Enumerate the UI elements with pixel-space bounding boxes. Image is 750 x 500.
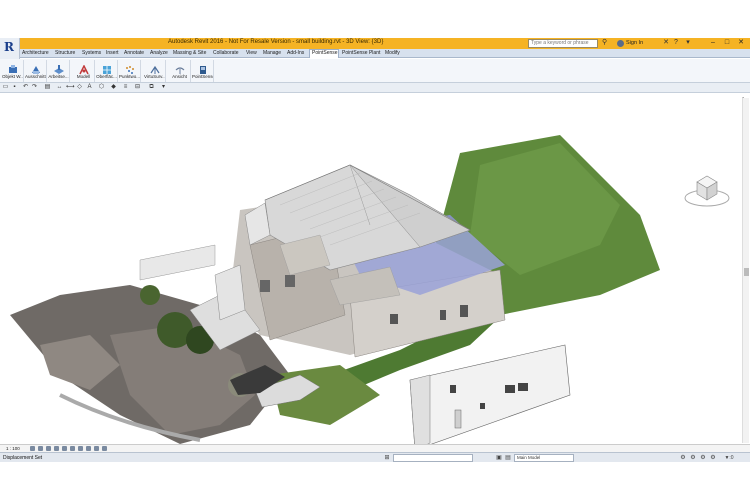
tab-insert[interactable]: Insert	[106, 49, 119, 58]
quick-access-toolbar: ▭ ▪ ↶ ↷ ▤ ↔ ⟷ ◇ A ⬡ ◆ ≡ ⊟ ⧉ ▾	[0, 83, 750, 93]
reveal-hidden-icon[interactable]	[102, 446, 107, 451]
tag-icon[interactable]: ◇	[76, 84, 83, 91]
design-options-icon[interactable]: ▤	[505, 455, 511, 461]
ribbon-tabs: Architecture Structure Systems Insert An…	[20, 49, 750, 58]
exchange-icon[interactable]: ✕	[662, 39, 670, 47]
save-icon[interactable]: ▪	[11, 84, 18, 91]
measure-icon[interactable]: ↔	[56, 84, 63, 91]
tab-collaborate[interactable]: Collaborate	[213, 49, 239, 58]
tab-pointsense-plant[interactable]: PointSense Plant	[342, 49, 380, 58]
view-control-bar: 1 : 100	[0, 444, 750, 452]
exterior-wall-elevation	[409, 344, 571, 451]
minimize-button[interactable]: –	[706, 38, 720, 48]
print-icon[interactable]: ▤	[44, 84, 51, 91]
show-crop-icon[interactable]	[78, 446, 83, 451]
rendering-icon[interactable]	[62, 446, 67, 451]
editable-only-icon[interactable]: ▣	[496, 455, 502, 461]
filter-icon[interactable]: ▼:0	[722, 455, 736, 461]
section-icon	[31, 62, 41, 74]
sun-path-icon[interactable]	[46, 446, 51, 451]
revit-app-menu-button[interactable]: R	[0, 38, 20, 59]
customize-icon[interactable]: ▾	[160, 84, 167, 91]
section-view-icon[interactable]: ◆	[110, 84, 117, 91]
tab-add-ins[interactable]: Add-Ins	[287, 49, 304, 58]
detail-level-icon[interactable]	[30, 446, 35, 451]
binoculars-icon[interactable]: ⚲	[602, 39, 610, 47]
tab-manage[interactable]: Manage	[263, 49, 281, 58]
tab-massing-site[interactable]: Massing & Site	[173, 49, 206, 58]
status-bar: Displacement Set ⊞ ▣ ▤ Main Model ⚙ ⚙ ⚙ …	[0, 452, 750, 462]
select-by-face-icon[interactable]: ⚙	[710, 455, 716, 461]
dimension-icon[interactable]: ⟷	[66, 84, 75, 91]
filter-count: :0	[729, 455, 734, 461]
tab-systems[interactable]: Systems	[82, 49, 101, 58]
3d-view-icon[interactable]: ⬡	[98, 84, 105, 91]
objekt-button[interactable]: Objekt W...	[2, 60, 24, 82]
tab-modify[interactable]: Modify	[385, 49, 400, 58]
maximize-button[interactable]: □	[720, 38, 734, 48]
object-icon	[8, 62, 18, 73]
text-icon[interactable]: A	[86, 84, 93, 91]
virtusurv-button[interactable]: VirtuSurv...	[144, 60, 166, 82]
oberflaeche-button[interactable]: Oberfläc...	[96, 60, 118, 82]
arbeitsebene-button[interactable]: Arbeitse...	[48, 60, 70, 82]
select-underlay-icon[interactable]: ⚙	[690, 455, 696, 461]
pointsense-button[interactable]: PointSense	[192, 60, 214, 82]
select-pinned-icon[interactable]: ⚙	[700, 455, 706, 461]
window-title: Autodesk Revit 2016 - Not For Resale Ver…	[168, 39, 384, 45]
tab-annotate[interactable]: Annotate	[124, 49, 144, 58]
tab-architecture[interactable]: Architecture	[22, 49, 49, 58]
help-icon[interactable]: ?	[672, 39, 680, 47]
worksets-icon[interactable]: ⊞	[384, 455, 390, 461]
visual-style-icon[interactable]	[38, 446, 43, 451]
design-option-dropdown[interactable]: Main Model	[514, 454, 574, 462]
modell-button[interactable]: Modell	[73, 60, 95, 82]
tab-view[interactable]: View	[246, 49, 257, 58]
scroll-thumb[interactable]	[744, 268, 749, 276]
3d-model-render	[10, 135, 660, 451]
3d-view-canvas[interactable]	[0, 95, 740, 451]
dropdown-arrow-icon[interactable]: ▾	[684, 39, 692, 47]
punktwolke-button[interactable]: Punktwo...	[119, 60, 141, 82]
workset-dropdown[interactable]	[393, 454, 473, 462]
revit-window: Autodesk Revit 2016 - Not For Resale Ver…	[0, 38, 750, 462]
surface-icon	[102, 62, 112, 74]
select-links-icon[interactable]: ⚙	[680, 455, 686, 461]
ribbon-panel: Objekt W... Ausschnitte Arbeitse... Mode…	[0, 59, 750, 83]
hide-isolate-icon[interactable]	[94, 446, 99, 451]
model-icon	[79, 62, 89, 75]
ansicht-button[interactable]: Ansicht	[169, 60, 191, 82]
title-bar: Autodesk Revit 2016 - Not For Resale Ver…	[0, 38, 750, 49]
undo-icon[interactable]: ↶	[22, 84, 29, 91]
shadows-icon[interactable]	[54, 446, 59, 451]
workplane-icon	[54, 62, 64, 74]
close-windows-icon[interactable]: ⊟	[134, 84, 141, 91]
tab-analyze[interactable]: Analyze	[150, 49, 168, 58]
redo-icon[interactable]: ↷	[31, 84, 38, 91]
view-icon	[175, 62, 185, 74]
lock-view-icon[interactable]	[86, 446, 91, 451]
search-input[interactable]: Type a keyword or phrase	[528, 39, 598, 48]
ausschnitte-button[interactable]: Ausschnitte	[25, 60, 47, 82]
open-icon[interactable]: ▭	[2, 84, 9, 91]
viewcube-icon[interactable]	[682, 170, 732, 210]
sign-in-link[interactable]: Sign In	[626, 39, 643, 48]
switch-windows-icon[interactable]: ⧉	[148, 84, 155, 91]
tab-pointsense[interactable]: PointSense	[309, 49, 339, 58]
pointcloud-icon	[125, 62, 135, 74]
revit-logo-icon: R	[4, 40, 14, 54]
thin-lines-icon[interactable]: ≡	[122, 84, 129, 91]
status-message: Displacement Set	[3, 455, 43, 461]
crop-view-icon[interactable]	[70, 446, 75, 451]
pointsense-icon	[198, 62, 208, 74]
close-button[interactable]: ✕	[734, 38, 748, 48]
user-icon	[617, 40, 624, 47]
vertical-scrollbar[interactable]	[742, 98, 749, 443]
tab-structure[interactable]: Structure	[55, 49, 75, 58]
virtusurv-icon	[150, 62, 160, 74]
